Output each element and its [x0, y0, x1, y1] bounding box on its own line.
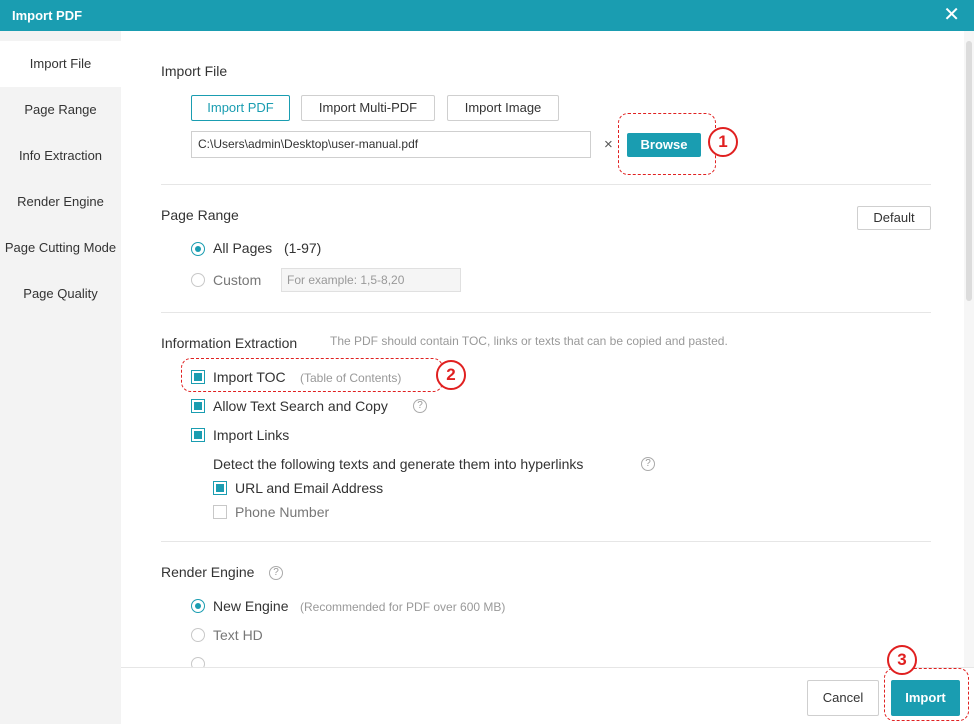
tab-import-image[interactable]: Import Image: [447, 95, 559, 121]
tab-import-multi-pdf[interactable]: Import Multi-PDF: [301, 95, 435, 121]
sidebar-item-page-range[interactable]: Page Range: [0, 87, 121, 133]
all-pages-label: All Pages: [213, 240, 273, 256]
text-hd-radio[interactable]: [191, 628, 205, 642]
annotation-highlight: [618, 113, 716, 175]
custom-radio[interactable]: [191, 273, 205, 287]
annotation-badge-2: 2: [436, 360, 466, 390]
new-engine-label: New Engine: [213, 598, 289, 614]
new-engine-radio[interactable]: [191, 599, 205, 613]
clear-path-icon[interactable]: ×: [604, 136, 613, 153]
annotation-badge-3: 3: [887, 645, 917, 675]
help-icon[interactable]: ?: [641, 457, 655, 471]
settings-panel: Import File Import PDF Import Multi-PDF …: [121, 31, 974, 667]
url-email-checkbox[interactable]: [213, 481, 227, 495]
sidebar-item-page-quality[interactable]: Page Quality: [0, 271, 121, 317]
help-icon[interactable]: ?: [413, 399, 427, 413]
text-hd-label: Text HD: [213, 627, 263, 643]
info-extraction-hint: The PDF should contain TOC, links or tex…: [330, 334, 728, 348]
page-range-title: Page Range: [161, 207, 239, 223]
footer: Cancel Import: [121, 667, 974, 724]
scrollbar[interactable]: [964, 31, 974, 667]
render-option-radio[interactable]: [191, 657, 205, 667]
new-engine-hint: (Recommended for PDF over 600 MB): [300, 600, 506, 614]
phone-number-checkbox[interactable]: [213, 505, 227, 519]
scrollbar-thumb[interactable]: [966, 41, 972, 301]
divider: [161, 312, 931, 313]
import-links-checkbox[interactable]: [191, 428, 205, 442]
import-file-title: Import File: [161, 63, 228, 79]
sidebar-item-page-cutting-mode[interactable]: Page Cutting Mode: [0, 225, 121, 271]
tab-import-pdf[interactable]: Import PDF: [191, 95, 290, 121]
render-engine-title: Render Engine: [161, 564, 255, 580]
import-links-label: Import Links: [213, 427, 290, 443]
window-title: Import PDF: [12, 8, 83, 23]
title-bar: Import PDF ✕: [0, 0, 974, 31]
custom-range-input[interactable]: For example: 1,5-8,20: [281, 268, 461, 292]
phone-number-label: Phone Number: [235, 504, 330, 520]
custom-label: Custom: [213, 272, 262, 288]
file-path-input[interactable]: C:\Users\admin\Desktop\user-manual.pdf: [191, 131, 591, 158]
all-pages-radio[interactable]: [191, 242, 205, 256]
allow-text-search-label: Allow Text Search and Copy: [213, 398, 388, 414]
help-icon[interactable]: ?: [269, 566, 283, 580]
page-count-range: (1-97): [284, 240, 322, 256]
info-extraction-title: Information Extraction: [161, 335, 298, 351]
close-icon[interactable]: ✕: [943, 5, 960, 25]
divider: [161, 541, 931, 542]
sidebar-item-info-extraction[interactable]: Info Extraction: [0, 133, 121, 179]
url-email-label: URL and Email Address: [235, 480, 384, 496]
sidebar: Import File Page Range Info Extraction R…: [0, 31, 121, 724]
allow-text-search-checkbox[interactable]: [191, 399, 205, 413]
default-button[interactable]: Default: [857, 206, 931, 230]
sidebar-item-import-file[interactable]: Import File: [0, 41, 121, 87]
annotation-highlight: [884, 668, 969, 721]
annotation-badge-1: 1: [708, 127, 738, 157]
annotation-highlight: [181, 358, 443, 392]
divider: [161, 184, 931, 185]
detect-text-label: Detect the following texts and generate …: [213, 456, 584, 472]
cancel-button[interactable]: Cancel: [807, 680, 879, 716]
sidebar-item-render-engine[interactable]: Render Engine: [0, 179, 121, 225]
